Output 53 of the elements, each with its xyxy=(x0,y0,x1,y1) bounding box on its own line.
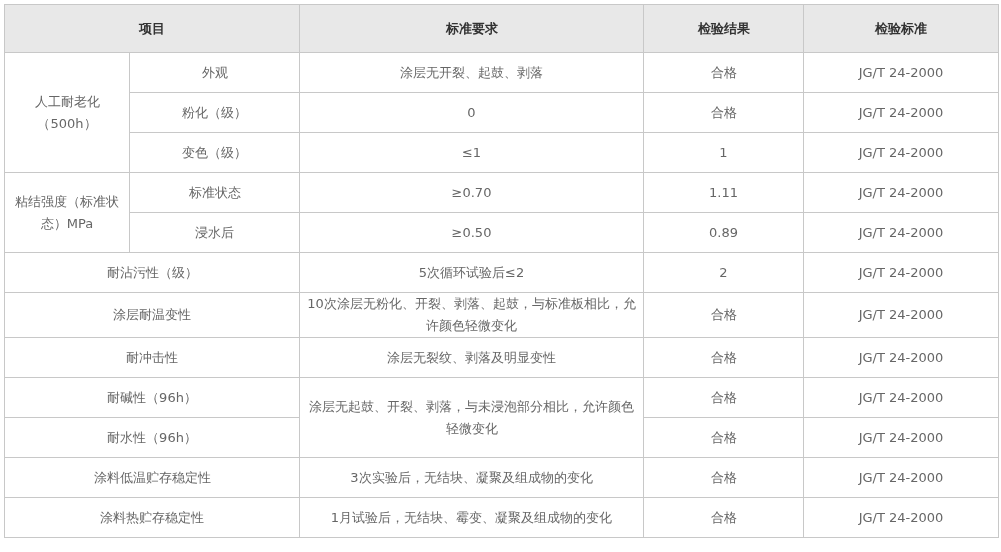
table-cell: 合格 xyxy=(643,417,804,458)
table-cell: 粘结强度（标准状态）MPa xyxy=(4,172,130,253)
table-cell: 浸水后 xyxy=(129,212,300,253)
table-cell: 耐冲击性 xyxy=(4,337,300,378)
table-cell: 合格 xyxy=(643,92,804,133)
column-header: 标准要求 xyxy=(299,4,644,53)
column-header: 检验标准 xyxy=(803,4,999,53)
table-cell: 2 xyxy=(643,252,804,293)
table-cell: 人工耐老化（500h） xyxy=(4,52,130,173)
table-cell: 10次涂层无粉化、开裂、剥落、起鼓，与标准板相比，允许颜色轻微变化 xyxy=(299,292,644,338)
table-cell: 合格 xyxy=(643,337,804,378)
column-header: 项目 xyxy=(4,4,300,53)
table-cell: 合格 xyxy=(643,52,804,93)
table-cell: 涂层无裂纹、剥落及明显变性 xyxy=(299,337,644,378)
table-cell: JG/T 24-2000 xyxy=(803,252,999,293)
table-cell: JG/T 24-2000 xyxy=(803,212,999,253)
table-cell: 涂料热贮存稳定性 xyxy=(4,497,300,538)
table-cell: JG/T 24-2000 xyxy=(803,132,999,173)
table-cell: JG/T 24-2000 xyxy=(803,52,999,93)
table-cell: 0 xyxy=(299,92,644,133)
table-cell: 合格 xyxy=(643,497,804,538)
table-cell: 涂层无开裂、起鼓、剥落 xyxy=(299,52,644,93)
table-cell: JG/T 24-2000 xyxy=(803,172,999,213)
table-cell: 合格 xyxy=(643,457,804,498)
table-cell: 涂层无起鼓、开裂、剥落，与未浸泡部分相比，允许颜色轻微变化 xyxy=(299,377,644,458)
table-cell: ≤1 xyxy=(299,132,644,173)
table-cell: ≥0.70 xyxy=(299,172,644,213)
table-cell: 耐沾污性（级） xyxy=(4,252,300,293)
table-cell: JG/T 24-2000 xyxy=(803,417,999,458)
table-cell: JG/T 24-2000 xyxy=(803,377,999,418)
table-cell: 0.89 xyxy=(643,212,804,253)
column-header: 检验结果 xyxy=(643,4,804,53)
table-cell: 耐水性（96h） xyxy=(4,417,300,458)
table-cell: 1.11 xyxy=(643,172,804,213)
table-cell: JG/T 24-2000 xyxy=(803,337,999,378)
table-cell: JG/T 24-2000 xyxy=(803,292,999,338)
table-cell: ≥0.50 xyxy=(299,212,644,253)
table-cell: JG/T 24-2000 xyxy=(803,497,999,538)
table-cell: 1 xyxy=(643,132,804,173)
table-cell: 变色（级） xyxy=(129,132,300,173)
table-cell: 合格 xyxy=(643,377,804,418)
table-cell: JG/T 24-2000 xyxy=(803,92,999,133)
table-cell: 1月试验后，无结块、霉变、凝聚及组成物的变化 xyxy=(299,497,644,538)
table-cell: 涂层耐温变性 xyxy=(4,292,300,338)
table-cell: 合格 xyxy=(643,292,804,338)
table-cell: 标准状态 xyxy=(129,172,300,213)
table-cell: 外观 xyxy=(129,52,300,93)
table-cell: 粉化（级） xyxy=(129,92,300,133)
table-cell: JG/T 24-2000 xyxy=(803,457,999,498)
table-cell: 5次循环试验后≤2 xyxy=(299,252,644,293)
table-cell: 3次实验后，无结块、凝聚及组成物的变化 xyxy=(299,457,644,498)
table-cell: 耐碱性（96h） xyxy=(4,377,300,418)
table-cell: 涂料低温贮存稳定性 xyxy=(4,457,300,498)
